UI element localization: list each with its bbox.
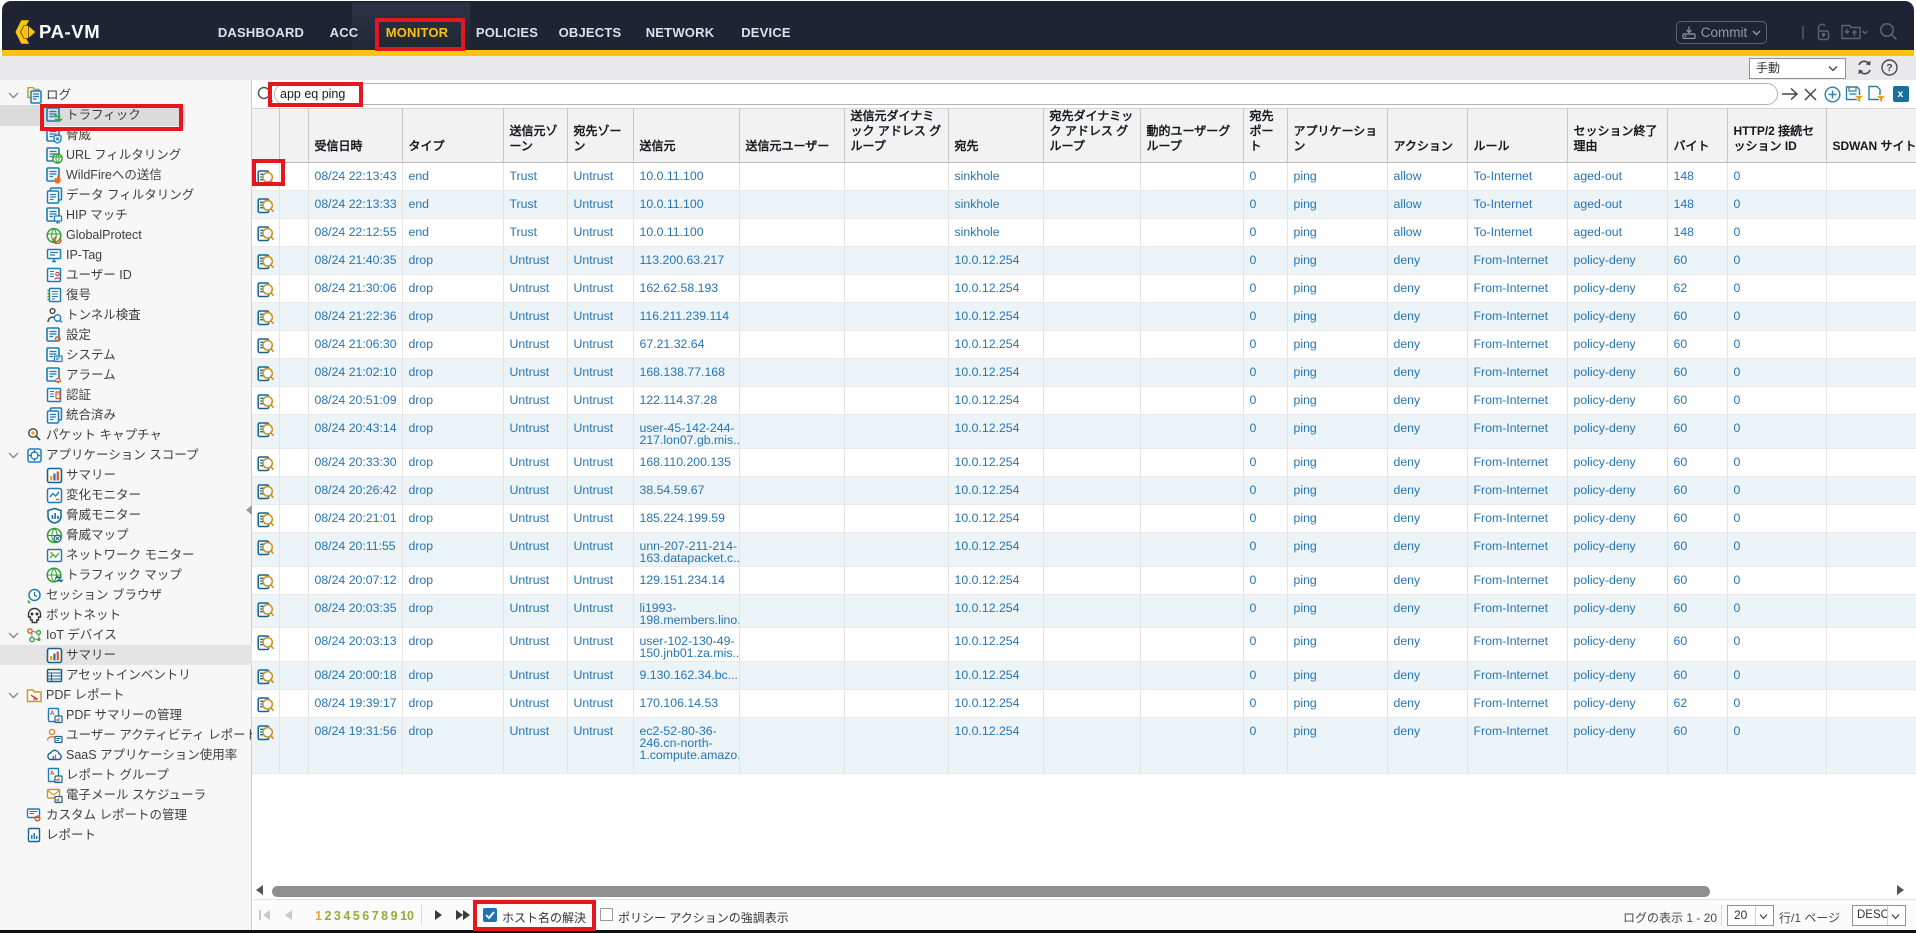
svg-text:A: A: [50, 771, 55, 777]
svg-text:A: A: [33, 697, 37, 703]
svg-text:?: ?: [1886, 62, 1892, 74]
svg-text:A: A: [50, 711, 55, 717]
